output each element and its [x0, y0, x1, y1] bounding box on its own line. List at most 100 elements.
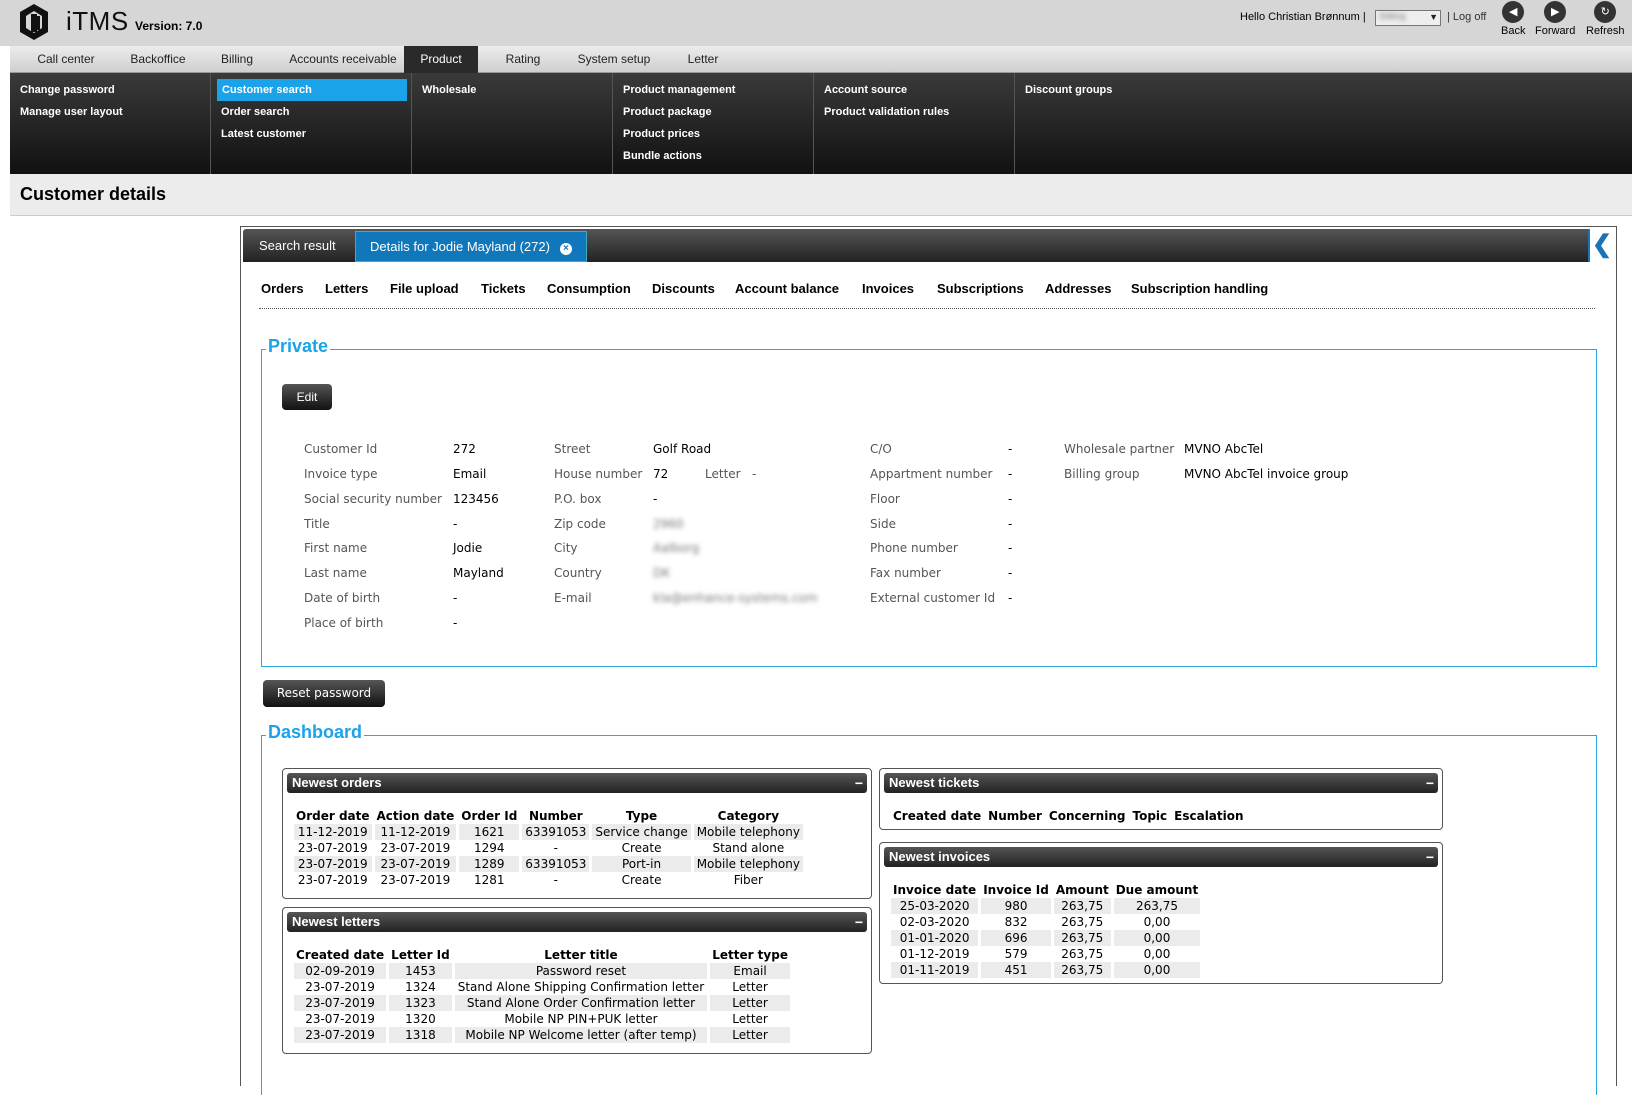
minimize-icon[interactable]: − — [855, 773, 863, 793]
subtab-invoices[interactable]: Invoices — [862, 281, 914, 296]
label-title: Title — [304, 517, 330, 531]
value-external-customer-id: - — [1008, 591, 1013, 605]
subtab-discounts[interactable]: Discounts — [652, 281, 715, 296]
close-icon[interactable]: × — [559, 243, 572, 255]
value-last-name: Mayland — [453, 566, 504, 580]
table-row[interactable]: 23-07-2019 23-07-2019 1289 63391053 Port-in M… — [294, 856, 803, 872]
table-row[interactable]: 23-07-2019 1323 Stand Alone Order Confirma… — [294, 995, 790, 1011]
submenu-product-validation-rules[interactable]: Product validation rules — [824, 101, 949, 123]
minimize-icon[interactable]: − — [1426, 773, 1434, 793]
label-house-number: House number — [554, 467, 643, 481]
submenu-wholesale[interactable]: Wholesale — [422, 79, 476, 101]
submenu-panel: Change password Manage user layout Custo… — [10, 73, 1632, 174]
table-cell: 01-11-2019 — [891, 962, 979, 978]
table-row[interactable]: 01-01-2020 696 263,75 0,00 — [891, 930, 1201, 946]
private-legend: Private — [266, 336, 331, 357]
table-cell: Mobile telephony — [693, 856, 803, 872]
back-button[interactable]: ◀ Back — [1501, 1, 1525, 37]
table-cell: Stand Alone Shipping Confirmation letter — [457, 980, 705, 994]
menu-letter[interactable]: Letter — [666, 46, 740, 73]
subtab-subscriptions[interactable]: Subscriptions — [937, 281, 1024, 296]
table-row[interactable]: 23-07-2019 23-07-2019 1281 - Create Fiber — [294, 872, 803, 888]
forward-label: Forward — [1535, 25, 1576, 37]
table-row[interactable]: 23-07-2019 1324 Stand Alone Shipping Confi… — [294, 979, 790, 995]
value-floor: - — [1008, 492, 1013, 506]
submenu-bundle-actions[interactable]: Bundle actions — [623, 145, 702, 167]
table-row[interactable]: 02-09-2019 1453 Password reset Email — [294, 963, 790, 979]
submenu-customer-search[interactable]: Customer search — [217, 79, 407, 101]
submenu-product-prices[interactable]: Product prices — [623, 123, 700, 145]
value-zip-code: 2960 — [653, 517, 684, 531]
table-row[interactable]: 23-07-2019 1318 Mobile NP Welcome letter (… — [294, 1027, 790, 1043]
widget-header: Newest tickets − — [884, 773, 1438, 793]
table-cell: 1318 — [389, 1027, 452, 1043]
collapse-panel-button[interactable]: ❮ — [1588, 229, 1614, 262]
value-place-of-birth: - — [453, 616, 458, 630]
user-role-select[interactable]: Stilling ▼ — [1375, 10, 1441, 26]
menu-system-setup[interactable]: System setup — [562, 46, 666, 73]
table-cell: Create — [621, 841, 662, 855]
separator: | — [1447, 11, 1450, 23]
tab-search-result[interactable]: Search result — [245, 231, 350, 262]
submenu-account-source[interactable]: Account source — [824, 79, 907, 101]
table-cell: 263,75 — [1061, 915, 1104, 929]
col-header: Escalation — [1174, 808, 1244, 823]
dashboard-section: Dashboard Newest orders − Order date Acti… — [261, 722, 1597, 1095]
menu-rating[interactable]: Rating — [484, 46, 562, 73]
tab-customer-details[interactable]: Details for Jodie Mayland (272) × — [355, 231, 587, 262]
label-ssn: Social security number — [304, 492, 442, 506]
subtab-subscription-handling[interactable]: Subscription handling — [1131, 281, 1268, 296]
refresh-button[interactable]: ↻ Refresh — [1586, 1, 1625, 37]
table-row[interactable]: 11-12-2019 11-12-2019 1621 63391053 Service … — [294, 824, 803, 840]
col-header: Concerning — [1048, 808, 1126, 823]
label-side: Side — [870, 517, 896, 531]
newest-tickets-table: Created date Number Concerning Topic Esc… — [888, 807, 1249, 824]
table-cell: 1453 — [389, 963, 452, 979]
table-cell: Password reset — [454, 963, 708, 979]
value-appartment-number: - — [1008, 467, 1013, 481]
submenu-order-search[interactable]: Order search — [221, 101, 289, 123]
table-header-row: Created date Letter Id Letter title Lett… — [294, 946, 790, 963]
subtab-orders[interactable]: Orders — [261, 281, 304, 296]
user-role-value: Stilling — [1379, 11, 1406, 21]
table-cell: Fiber — [733, 873, 763, 887]
logoff-link[interactable]: | Log off — [1447, 11, 1486, 23]
subtab-file-upload[interactable]: File upload — [390, 281, 459, 296]
col-header: Amount — [1055, 882, 1109, 897]
submenu-change-password[interactable]: Change password — [20, 79, 115, 101]
edit-button[interactable]: Edit — [282, 384, 332, 410]
submenu-product-package[interactable]: Product package — [623, 101, 712, 123]
col-header: Letter type — [712, 947, 788, 962]
submenu-product-management[interactable]: Product management — [623, 79, 735, 101]
menu-billing[interactable]: Billing — [202, 46, 272, 73]
subtab-letters[interactable]: Letters — [325, 281, 368, 296]
submenu-column: Account source Product validation rules — [814, 73, 1015, 174]
forward-button[interactable]: ▶ Forward — [1535, 1, 1575, 37]
table-row[interactable]: 02-03-2020 832 263,75 0,00 — [891, 914, 1200, 930]
col-header: Topic — [1132, 808, 1168, 823]
table-cell: Stand Alone Order Confirmation letter — [454, 995, 708, 1011]
menu-call-center[interactable]: Call center — [18, 46, 114, 73]
table-row[interactable]: 01-11-2019 451 263,75 0,00 — [891, 962, 1201, 978]
submenu-manage-user-layout[interactable]: Manage user layout — [20, 101, 123, 123]
subtab-account-balance[interactable]: Account balance — [735, 281, 839, 296]
menu-accounts-receivable[interactable]: Accounts receivable — [272, 46, 414, 73]
menu-product[interactable]: Product — [404, 46, 478, 73]
table-row[interactable]: 23-07-2019 23-07-2019 1294 - Create Stand alo… — [294, 840, 803, 856]
widget-header: Newest orders − — [287, 773, 867, 793]
table-row[interactable]: 23-07-2019 1320 Mobile NP PIN+PUK letter Le… — [294, 1011, 790, 1027]
minimize-icon[interactable]: − — [855, 912, 863, 932]
table-cell: - — [553, 873, 558, 887]
table-row[interactable]: 01-12-2019 579 263,75 0,00 — [891, 946, 1200, 962]
minimize-icon[interactable]: − — [1426, 847, 1434, 867]
submenu-latest-customer[interactable]: Latest customer — [221, 123, 306, 145]
table-row[interactable]: 25-03-2020 980 263,75 263,75 — [891, 898, 1201, 914]
reset-password-button[interactable]: Reset password — [263, 680, 385, 707]
subtab-tickets[interactable]: Tickets — [481, 281, 526, 296]
label-city: City — [554, 541, 578, 555]
subtab-addresses[interactable]: Addresses — [1045, 281, 1111, 296]
table-cell: 1320 — [405, 1012, 436, 1026]
menu-backoffice[interactable]: Backoffice — [114, 46, 202, 73]
subtab-consumption[interactable]: Consumption — [547, 281, 631, 296]
submenu-discount-groups[interactable]: Discount groups — [1025, 79, 1112, 101]
